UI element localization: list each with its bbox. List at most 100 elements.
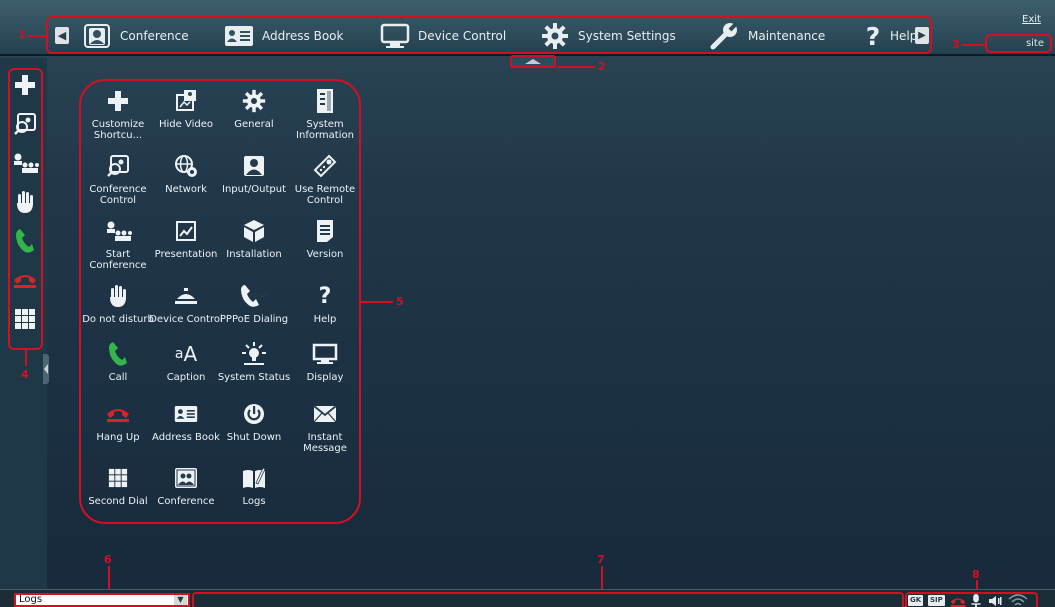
shortcut-system-status[interactable]: System Status [217, 338, 291, 383]
shortcut-presentation[interactable]: Presentation [149, 215, 223, 260]
callout-number-1: 1 [18, 28, 26, 41]
shortcut-call[interactable]: Call [81, 338, 155, 383]
log-select-value: Logs [19, 594, 43, 605]
svg-text:PPoE: PPoE [249, 292, 267, 300]
shortcut-shut-down[interactable]: Shut Down [217, 398, 291, 443]
callout-line-5 [361, 301, 393, 303]
call-icon [81, 338, 155, 370]
speaker-icon[interactable] [988, 594, 1002, 607]
do-not-disturb-icon [81, 280, 155, 312]
shortcut-do-not-disturb[interactable]: Do not disturb [81, 280, 155, 325]
back-arrow-button[interactable]: ◀ [55, 27, 69, 44]
shortcut-label: Use Remote Control [294, 184, 356, 206]
shortcut-label: Instant Message [303, 432, 347, 454]
shortcut-hide-video[interactable]: Hide Video [149, 85, 223, 130]
side-panel-handle[interactable] [43, 354, 49, 384]
shortcut-label: General [234, 119, 274, 130]
shortcut-hang-up[interactable]: Hang Up [81, 398, 155, 443]
left-toolbar-call[interactable] [11, 227, 39, 259]
gear-icon [217, 85, 291, 117]
shortcut-start-conference[interactable]: Start Conference [81, 215, 155, 271]
shortcut-version[interactable]: Version [288, 215, 362, 260]
tab-system-settings[interactable]: System Settings [538, 20, 676, 52]
tab-label: Help [890, 29, 918, 43]
second-dial-icon [81, 462, 155, 494]
callout-line-1 [28, 35, 47, 37]
shortcut-customize[interactable]: Customize Shortcu... [81, 85, 155, 141]
monitor-icon [378, 21, 412, 51]
callout-number-2: 2 [598, 60, 606, 73]
call-status-hang-up-icon [949, 594, 967, 607]
shortcut-general[interactable]: General [217, 85, 291, 130]
shortcut-pppoe-dialing[interactable]: PPoE PPPoE Dialing [217, 280, 291, 325]
shortcut-label: Do not disturb [82, 314, 154, 325]
shortcut-installation[interactable]: Installation [217, 215, 291, 260]
tab-address-book[interactable]: Address Book [222, 20, 343, 52]
wrench-icon [708, 21, 742, 51]
shortcut-conference-control[interactable]: Conference Control [81, 150, 155, 206]
forward-arrow-button[interactable]: ▶ [915, 27, 929, 44]
shortcut-input-output[interactable]: Input/Output [217, 150, 291, 195]
second-dial-icon [14, 308, 36, 334]
callout-line-2 [557, 66, 595, 68]
shortcut-label: Version [306, 249, 344, 260]
callout-line-4 [25, 350, 27, 366]
left-toolbar-conference-control[interactable] [11, 110, 39, 142]
gear-icon [538, 21, 572, 51]
callout-number-4: 4 [21, 368, 29, 381]
question-icon: ? [865, 21, 881, 51]
power-icon [217, 398, 291, 430]
microphone-icon[interactable] [970, 594, 982, 607]
left-toolbar-customize[interactable] [11, 71, 39, 103]
shortcut-conference[interactable]: Conference [149, 462, 223, 507]
left-toolbar-hang-up[interactable] [11, 266, 39, 298]
shortcut-caption[interactable]: aA Caption [149, 338, 223, 383]
exit-link[interactable]: Exit [1022, 14, 1041, 25]
left-toolbar-start-conference[interactable] [11, 149, 39, 181]
shortcut-label: Second Dial [88, 496, 148, 507]
logs-icon [217, 462, 291, 494]
shortcut-label: Shut Down [226, 432, 282, 443]
log-level-select[interactable]: Logs ▼ [14, 593, 190, 607]
shortcut-logs[interactable]: Logs [217, 462, 291, 507]
network-icon [149, 150, 223, 182]
shortcut-label: Help [313, 314, 337, 325]
chevron-down-icon[interactable]: ▼ [174, 595, 187, 605]
shortcut-label: Hang Up [96, 432, 140, 443]
shortcut-label: System Status [217, 372, 291, 383]
tab-maintenance[interactable]: Maintenance [708, 20, 825, 52]
shortcut-system-information[interactable]: System Information [288, 85, 362, 141]
do-not-disturb-icon [14, 190, 36, 218]
collapse-toolbar-button[interactable] [510, 55, 556, 68]
gk-label: GK [908, 595, 924, 606]
caption-icon: aA [174, 342, 198, 366]
shortcut-label: Device Control [149, 314, 223, 325]
system-status-icon [217, 338, 291, 370]
shortcut-label: Installation [226, 249, 282, 260]
shortcut-network[interactable]: Network [149, 150, 223, 195]
call-icon [15, 228, 35, 258]
shortcut-label: PPPoE Dialing [219, 314, 289, 325]
shortcut-help[interactable]: ? Help [288, 280, 362, 326]
tab-conference[interactable]: Conference [80, 20, 189, 52]
tab-label: Device Control [418, 29, 507, 43]
shortcut-address-book[interactable]: Address Book [149, 398, 223, 443]
left-toolbar-do-not-disturb[interactable] [11, 188, 39, 220]
callout-number-3: 3 [952, 38, 960, 51]
callout-number-6: 6 [104, 553, 112, 566]
shortcut-instant-message[interactable]: Instant Message [288, 398, 362, 454]
address-book-icon [149, 398, 223, 430]
wifi-icon[interactable] [1008, 594, 1028, 607]
shortcut-display[interactable]: Display [288, 338, 362, 383]
shortcut-device-control[interactable]: Device Control [149, 280, 223, 325]
tab-help[interactable]: ? Help [862, 20, 918, 52]
shortcut-use-remote-control[interactable]: Use Remote Control [288, 150, 362, 206]
version-icon [288, 215, 362, 247]
hang-up-icon [12, 270, 38, 294]
display-icon [288, 338, 362, 370]
address-book-icon [222, 21, 256, 51]
shortcut-label: Network [165, 184, 207, 195]
shortcut-second-dial[interactable]: Second Dial [81, 462, 155, 507]
tab-device-control[interactable]: Device Control [378, 20, 506, 52]
left-toolbar-second-dial[interactable] [11, 305, 39, 337]
